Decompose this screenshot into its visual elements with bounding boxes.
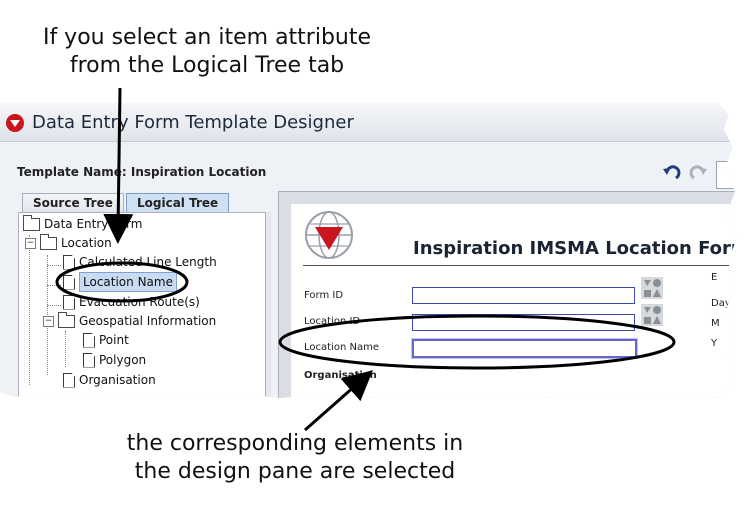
callout-top-line2: from the Logical Tree tab: [69, 53, 345, 78]
tree-item-label: Location Name: [79, 272, 177, 292]
shapes-icon[interactable]: [641, 304, 663, 326]
callout-top: If you select an item attribute from the…: [0, 24, 414, 80]
logical-tree: Data Entry Form − Location Calculated Li…: [18, 212, 266, 398]
tree-item-geospatial-information[interactable]: − Geospatial Information: [43, 311, 217, 330]
shapes-icon[interactable]: [641, 277, 663, 299]
document-icon: [63, 254, 75, 270]
right-label-y: Y: [711, 338, 718, 349]
tree-item-label: Polygon: [99, 353, 147, 367]
tree-item-location-name[interactable]: Location Name: [63, 272, 177, 292]
tab-source-tree[interactable]: Source Tree: [22, 193, 124, 212]
tree-item-point[interactable]: Point: [83, 331, 129, 349]
document-icon: [83, 352, 95, 368]
folder-icon: [40, 233, 57, 250]
document-icon: [83, 332, 95, 348]
tree-item-root[interactable]: Data Entry Form: [23, 214, 143, 233]
document-icon: [63, 372, 75, 388]
design-pane: Inspiration IMSMA Location Form Form ID …: [278, 191, 740, 398]
tree-item-label: Geospatial Information: [79, 314, 217, 328]
tree-item-calculated-line-length[interactable]: Calculated Line Length: [63, 253, 217, 271]
tree-item-polygon[interactable]: Polygon: [83, 351, 146, 369]
right-label-day: Day: [711, 298, 731, 309]
tree-item-location[interactable]: − Location: [25, 233, 112, 252]
form-title: Inspiration IMSMA Location Form: [413, 238, 740, 259]
location-name-label: Location Name: [304, 342, 379, 353]
document-icon: [63, 294, 75, 310]
tree-panel: Source Tree Logical Tree Data Entry Form…: [18, 191, 271, 398]
tree-guide: [47, 265, 61, 266]
globe-logo-icon: [305, 211, 353, 259]
template-name-label: Template Name: Inspiration Location: [17, 165, 267, 179]
callout-top-line1: If you select an item attribute: [42, 25, 372, 50]
right-label-e: E: [711, 272, 718, 283]
undo-icon[interactable]: [660, 163, 682, 185]
location-name-field[interactable]: [412, 339, 637, 358]
tree-item-organisation[interactable]: Organisation: [63, 371, 156, 389]
redo-icon[interactable]: [688, 163, 710, 185]
tree-item-label: Organisation: [79, 373, 156, 387]
title-divider: [303, 265, 737, 266]
callout-bottom-line1: the corresponding elements in: [126, 431, 464, 456]
tree-item-label: Location: [61, 236, 112, 250]
form-canvas: Inspiration IMSMA Location Form Form ID …: [291, 204, 740, 398]
window-title: Data Entry Form Template Designer: [32, 112, 354, 133]
document-icon: [63, 274, 75, 290]
tree-guide: [47, 305, 61, 306]
organisation-section-label: Organisation: [304, 370, 377, 381]
tree-guide: [29, 235, 30, 385]
callout-bottom: the corresponding elements in the design…: [80, 430, 510, 486]
tree-item-label: Evacuation Route(s): [79, 295, 200, 309]
form-id-field[interactable]: [412, 287, 635, 304]
tab-logical-tree[interactable]: Logical Tree: [126, 193, 230, 212]
tree-scrollbar[interactable]: [266, 212, 271, 398]
title-bar: Data Entry Form Template Designer: [0, 103, 737, 142]
tree-item-label: Point: [99, 333, 129, 347]
designer-window: Data Entry Form Template Designer Templa…: [0, 103, 740, 398]
tree-item-label: Data Entry Form: [44, 217, 143, 231]
app-logo-icon: [6, 114, 24, 132]
callout-bottom-line2: the design pane are selected: [134, 459, 456, 484]
folder-icon: [58, 311, 75, 328]
right-label-m: M: [711, 318, 720, 329]
document-icon[interactable]: [716, 161, 737, 189]
location-id-field[interactable]: [412, 314, 635, 331]
collapse-toggle-icon[interactable]: −: [25, 237, 36, 249]
tree-item-label: Calculated Line Length: [79, 255, 217, 269]
location-id-label: Location ID: [304, 316, 361, 327]
collapse-toggle-icon[interactable]: −: [43, 315, 54, 327]
form-id-label: Form ID: [304, 290, 344, 301]
tree-guide: [65, 331, 66, 367]
tree-guide: [47, 285, 61, 286]
folder-icon: [23, 214, 40, 231]
tree-item-evacuation-route[interactable]: Evacuation Route(s): [63, 293, 200, 311]
